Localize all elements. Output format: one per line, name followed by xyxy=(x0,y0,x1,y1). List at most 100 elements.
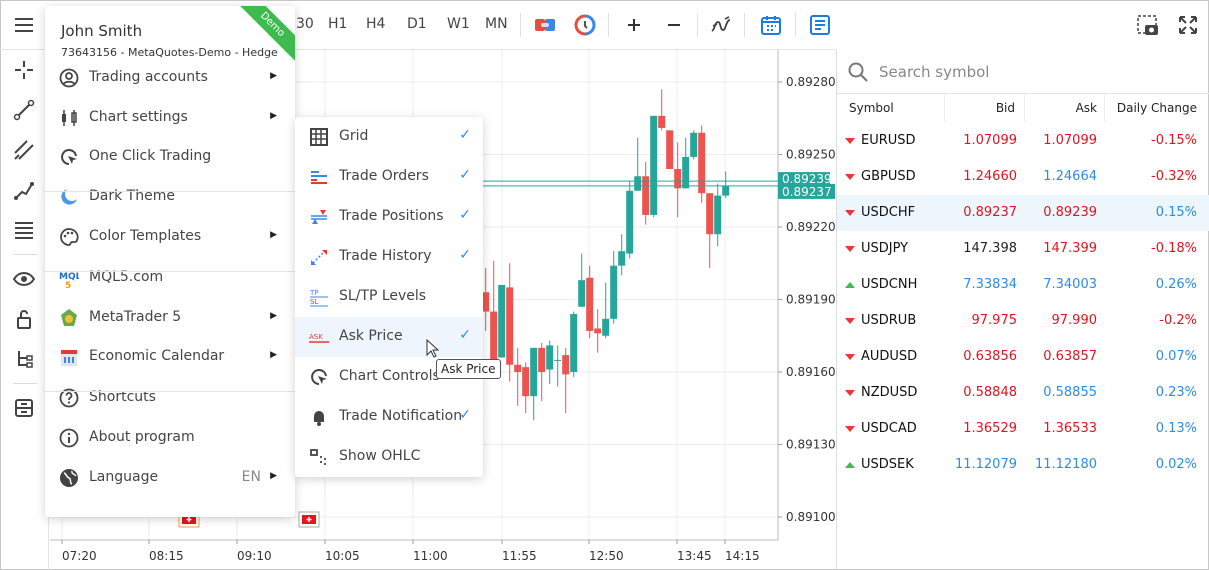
market-watch-icon[interactable] xyxy=(808,13,832,37)
chart-setting-ask-price[interactable]: ASK Ask Price ✓ xyxy=(295,317,483,357)
candle-bearish xyxy=(514,347,522,406)
fibonacci-icon[interactable] xyxy=(13,219,35,241)
column-ask[interactable]: Ask xyxy=(1076,101,1097,115)
candle-bullish xyxy=(546,340,554,385)
bid: 7.33834 xyxy=(963,277,1017,292)
menu-item-trading-accounts[interactable]: Trading accounts ▶ xyxy=(45,58,295,98)
column-bid[interactable]: Bid xyxy=(996,101,1015,115)
market-watch-row[interactable]: USDCAD 1.36529 1.36533 0.13% xyxy=(837,411,1209,447)
search-symbol-input[interactable]: Search symbol xyxy=(837,50,1209,94)
menu-item-color-templates[interactable]: Color Templates ▶ xyxy=(45,217,295,257)
trade-positions-icon xyxy=(311,210,327,224)
candle-bullish xyxy=(626,181,634,259)
svg-text:SL: SL xyxy=(310,298,318,306)
search-placeholder: Search symbol xyxy=(879,63,990,81)
menu-divider xyxy=(45,271,295,272)
zoom-out-icon[interactable] xyxy=(662,13,686,37)
economic-event-flag-icon[interactable] xyxy=(298,511,320,528)
ask: 97.990 xyxy=(1051,313,1098,328)
chart-setting-label: Trade Orders xyxy=(339,168,429,184)
timeframe-m30[interactable]: 30 xyxy=(296,16,314,32)
daily-change: -0.18% xyxy=(1151,241,1197,256)
chart-setting-show-ohlc[interactable]: Show OHLC xyxy=(295,437,483,477)
ask: 1.36533 xyxy=(1043,421,1097,436)
market-watch-row[interactable]: USDRUB 97.975 97.990 -0.2% xyxy=(837,303,1209,339)
market-watch-row[interactable]: EURUSD 1.07099 1.07099 -0.15% xyxy=(837,123,1209,159)
indicators-icon[interactable] xyxy=(709,13,733,37)
chart-setting-sl-tp-levels[interactable]: TP SL SL/TP Levels xyxy=(295,277,483,317)
calendar-icon[interactable] xyxy=(759,13,783,37)
one-click-trading-icon[interactable] xyxy=(533,13,557,37)
candle-body xyxy=(658,115,666,128)
trend-line-icon[interactable] xyxy=(13,99,35,121)
menu-item-about-program[interactable]: About program xyxy=(45,418,295,458)
timeframe-w1[interactable]: W1 xyxy=(447,16,470,32)
lock-icon[interactable] xyxy=(13,308,35,330)
screenshot-icon[interactable] xyxy=(1136,13,1160,37)
menu-item-language[interactable]: Language EN ▶ xyxy=(45,458,295,498)
menu-item-chart-settings[interactable]: Chart settings ▶ xyxy=(45,98,295,138)
search-icon xyxy=(848,62,868,82)
candle-body xyxy=(530,347,538,397)
daily-change: 0.23% xyxy=(1155,385,1197,400)
market-watch-row[interactable]: AUDUSD 0.63856 0.63857 0.07% xyxy=(837,339,1209,375)
candle-body xyxy=(506,287,514,365)
menu-item-metatrader-5[interactable]: MetaTrader 5 ▶ xyxy=(45,298,295,338)
fullscreen-icon[interactable] xyxy=(1176,13,1200,37)
menu-divider xyxy=(45,191,295,192)
menu-item-label: Economic Calendar xyxy=(89,348,225,364)
chart-setting-trade-history[interactable]: Trade History ✓ xyxy=(295,237,483,277)
daily-change: 0.26% xyxy=(1155,277,1197,292)
timeframe-h1[interactable]: H1 xyxy=(328,16,347,32)
menu-item-mql5-com[interactable]: MQL 5 MQL5.com xyxy=(45,258,295,298)
ask: 0.89239 xyxy=(1043,205,1097,220)
language-value: EN xyxy=(241,469,261,485)
market-watch-row[interactable]: USDJPY 147.398 147.399 -0.18% xyxy=(837,231,1209,267)
menu-item-one-click-trading[interactable]: One Click Trading xyxy=(45,137,295,177)
tooltip: Ask Price xyxy=(436,359,501,379)
menu-divider xyxy=(45,391,295,392)
svg-text:TP: TP xyxy=(309,289,319,297)
market-watch-row[interactable]: USDCNH 7.33834 7.34003 0.26% xyxy=(837,267,1209,303)
channel-icon[interactable] xyxy=(13,139,35,161)
timeframe-mn[interactable]: MN xyxy=(485,16,508,32)
chart-setting-label: Ask Price xyxy=(339,328,403,344)
clock-icon[interactable] xyxy=(573,13,597,37)
column-daily-change[interactable]: Daily Change xyxy=(1117,101,1197,115)
moon-icon xyxy=(61,189,77,205)
candle-bearish xyxy=(594,309,602,353)
market-watch-row[interactable]: NZDUSD 0.58848 0.58855 0.23% xyxy=(837,375,1209,411)
grid-icon xyxy=(310,128,328,146)
checkmark-icon: ✓ xyxy=(459,407,471,423)
chart-setting-trade-positions[interactable]: Trade Positions ✓ xyxy=(295,197,483,237)
hamburger-menu-icon[interactable] xyxy=(12,13,36,37)
market-watch-row[interactable]: GBPUSD 1.24660 1.24664 -0.32% xyxy=(837,159,1209,195)
market-watch-row[interactable]: USDSEK 11.12079 11.12180 0.02% xyxy=(837,447,1209,483)
column-symbol[interactable]: Symbol xyxy=(849,101,894,115)
menu-item-economic-calendar[interactable]: Economic Calendar ▶ xyxy=(45,337,295,377)
daily-change: 0.02% xyxy=(1155,457,1197,472)
menu-item-shortcuts[interactable]: Shortcuts xyxy=(45,378,295,418)
polyline-icon[interactable] xyxy=(13,179,35,201)
chart-setting-trade-notification[interactable]: Trade Notification ✓ xyxy=(295,397,483,437)
eye-icon[interactable] xyxy=(13,268,35,290)
zoom-in-icon[interactable] xyxy=(622,13,646,37)
chart-setting-label: Show OHLC xyxy=(339,448,421,464)
arrow-up-icon xyxy=(845,462,855,468)
show-ohlc-icon xyxy=(310,449,326,465)
market-watch-row[interactable]: USDCHF 0.89237 0.89239 0.15% xyxy=(837,195,1209,231)
time-tick-label: 09:10 xyxy=(237,549,272,563)
submenu-arrow-icon: ▶ xyxy=(270,311,277,321)
layers-icon[interactable] xyxy=(13,397,35,419)
chart-setting-trade-orders[interactable]: Trade Orders ✓ xyxy=(295,157,483,197)
candle-body xyxy=(562,355,570,375)
crosshair-icon[interactable] xyxy=(13,59,35,81)
candle-body xyxy=(626,190,634,254)
ask: 0.58855 xyxy=(1043,385,1097,400)
chart-setting-grid[interactable]: Grid ✓ xyxy=(295,117,483,157)
objects-tree-icon[interactable] xyxy=(13,348,35,370)
menu-item-dark-theme[interactable]: Dark Theme xyxy=(45,177,295,217)
trade-history-icon xyxy=(311,250,327,265)
timeframe-d1[interactable]: D1 xyxy=(407,16,427,32)
timeframe-h4[interactable]: H4 xyxy=(366,16,385,32)
